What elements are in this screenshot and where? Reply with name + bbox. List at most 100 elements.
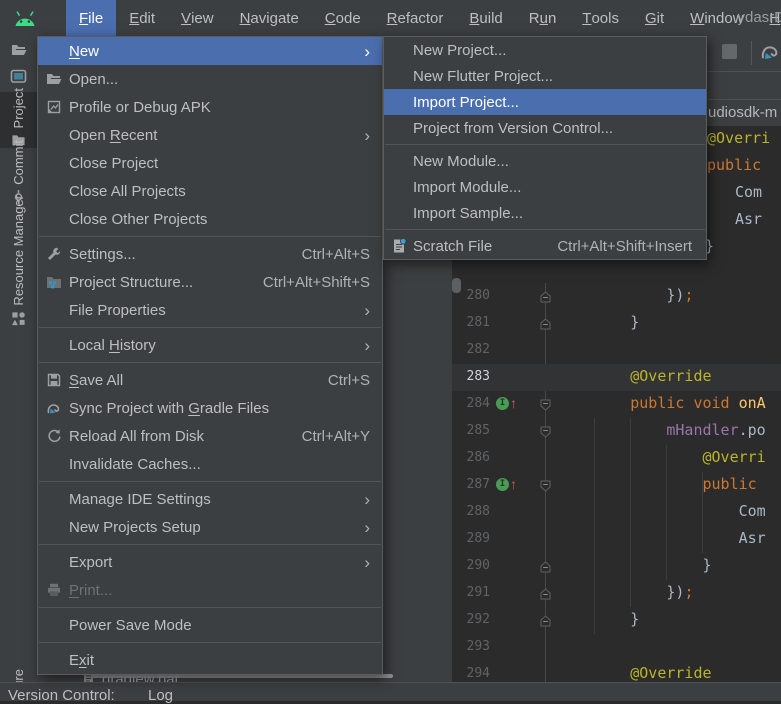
menu-shortcut: Ctrl+Alt+S xyxy=(302,246,370,263)
line-number: 291 xyxy=(452,585,490,600)
menu-item-label: New Flutter Project... xyxy=(413,68,553,85)
profile-apk-icon xyxy=(46,99,69,115)
code-text: @Overri xyxy=(558,448,766,466)
line-number: 294 xyxy=(452,666,490,681)
menubar-item-git[interactable]: Git xyxy=(632,0,677,36)
menu-item-label: Exit xyxy=(69,652,94,669)
menu-item-new-flutter-project[interactable]: New Flutter Project... xyxy=(384,63,706,89)
fold-end-icon[interactable] xyxy=(540,560,551,578)
menu-item-save-all[interactable]: Save AllCtrl+S xyxy=(38,366,382,394)
menu-separator xyxy=(39,362,381,363)
menu-item-export[interactable]: Export › xyxy=(38,548,382,576)
menu-item-sync-project-with-gradle-files[interactable]: Sync Project with Gradle Files xyxy=(38,394,382,422)
editor-line-294: 294 @Override xyxy=(452,661,781,682)
menu-item-import-sample[interactable]: Import Sample... xyxy=(384,200,706,226)
submenu-arrow-icon: › xyxy=(364,519,370,536)
menu-item-new-module[interactable]: New Module... xyxy=(384,148,706,174)
menu-item-project-from-version-control[interactable]: Project from Version Control... xyxy=(384,115,706,141)
menu-separator xyxy=(385,144,705,145)
running-devices-icon[interactable] xyxy=(0,69,37,84)
menu-item-label: Export xyxy=(69,554,112,571)
menu-separator xyxy=(39,327,381,328)
stop-icon[interactable] xyxy=(722,44,737,59)
menu-item-label: Open... xyxy=(69,71,118,88)
implements-method-icon[interactable]: I↑ xyxy=(496,396,517,410)
fold-end-icon[interactable] xyxy=(540,290,551,308)
fold-start-icon[interactable] xyxy=(540,479,551,497)
code-text: } xyxy=(558,556,712,574)
scrollbar-thumb[interactable] xyxy=(452,278,461,293)
line-number: 288 xyxy=(452,504,490,519)
android-studio-logo xyxy=(12,5,38,31)
code-text: public void onA xyxy=(558,394,766,412)
gradle-sync-icon[interactable] xyxy=(760,42,779,66)
menu-item-new-projects-setup[interactable]: New Projects Setup › xyxy=(38,513,382,541)
menu-item-import-project[interactable]: Import Project... xyxy=(384,89,706,115)
save-icon xyxy=(46,372,69,388)
menu-item-reload-all-from-disk[interactable]: Reload All from DiskCtrl+Alt+Y xyxy=(38,422,382,450)
menu-item-label: Import Project... xyxy=(413,94,519,111)
implements-method-icon[interactable]: I↑ xyxy=(496,477,517,491)
menu-item-label: New xyxy=(69,43,99,60)
menu-item-profile-or-debug-apk[interactable]: Profile or Debug APK xyxy=(38,93,382,121)
tool-window-tab-label: Project xyxy=(11,88,26,128)
editor-line-280: 280 }); xyxy=(452,283,781,310)
menu-item-scratch-file[interactable]: Scratch FileCtrl+Alt+Shift+Insert xyxy=(384,233,706,259)
menu-item-power-save-mode[interactable]: Power Save Mode xyxy=(38,611,382,639)
resource-manager-icon xyxy=(11,311,26,331)
menu-item-import-module[interactable]: Import Module... xyxy=(384,174,706,200)
menubar-item-edit[interactable]: Edit xyxy=(116,0,168,36)
menu-separator xyxy=(39,236,381,237)
menubar-item-refactor[interactable]: Refactor xyxy=(374,0,457,36)
menu-item-invalidate-caches[interactable]: Invalidate Caches... xyxy=(38,450,382,478)
fold-end-icon[interactable] xyxy=(540,317,551,335)
menu-item-file-properties[interactable]: File Properties› xyxy=(38,296,382,324)
menubar: FileEditViewNavigateCodeRefactorBuildRun… xyxy=(0,0,781,36)
menubar-item-build[interactable]: Build xyxy=(456,0,515,36)
menu-item-new[interactable]: New › xyxy=(38,37,382,65)
open-folder-icon[interactable] xyxy=(0,42,37,58)
menu-item-manage-ide-settings[interactable]: Manage IDE Settings› xyxy=(38,485,382,513)
menu-item-local-history[interactable]: Local History› xyxy=(38,331,382,359)
submenu-arrow-icon: › xyxy=(364,554,370,571)
menu-item-close-all-projects[interactable]: Close All Projects xyxy=(38,177,382,205)
file-menu-popup: New›Open...Profile or Debug APKOpen Rece… xyxy=(37,36,383,675)
menu-item-open-recent[interactable]: Open Recent› xyxy=(38,121,382,149)
menubar-item-tools[interactable]: Tools xyxy=(569,0,632,36)
menu-item-exit[interactable]: Exit xyxy=(38,646,382,674)
menu-item-label: Open Recent xyxy=(69,127,157,144)
menu-item-print[interactable]: Print... xyxy=(38,576,382,604)
breadcrumb[interactable]: udiosdk-m xyxy=(708,104,777,121)
menu-item-label: Save All xyxy=(69,372,123,389)
menu-separator xyxy=(39,481,381,482)
menubar-item-navigate[interactable]: Navigate xyxy=(227,0,312,36)
fold-end-icon[interactable] xyxy=(540,587,551,605)
log-tab[interactable]: Log xyxy=(148,687,173,704)
menu-item-project-structure[interactable]: Project Structure...Ctrl+Alt+Shift+S xyxy=(38,268,382,296)
menu-separator xyxy=(39,642,381,643)
menu-item-label: New Projects Setup xyxy=(69,519,201,536)
tool-window-tab-resource-manager[interactable]: Resource Manager xyxy=(0,202,37,324)
fold-start-icon[interactable] xyxy=(540,398,551,416)
menu-separator xyxy=(385,229,705,230)
menubar-item-code[interactable]: Code xyxy=(312,0,374,36)
statusbar: Version Control: Log xyxy=(0,682,781,701)
fold-start-icon[interactable] xyxy=(540,425,551,443)
menubar-item-file[interactable]: File xyxy=(66,0,116,36)
tool-window-tab-label: Resource Manager xyxy=(11,195,26,306)
menu-item-close-other-projects[interactable]: Close Other Projects xyxy=(38,205,382,233)
menu-item-close-project[interactable]: Close Project xyxy=(38,149,382,177)
submenu-arrow-icon: › xyxy=(364,43,370,60)
menu-item-open[interactable]: Open... xyxy=(38,65,382,93)
editor-line-286: 286 @Overri xyxy=(452,445,781,472)
editor-line-288: 288 Com xyxy=(452,499,781,526)
menubar-item-view[interactable]: View xyxy=(168,0,227,36)
fold-end-icon[interactable] xyxy=(540,614,551,632)
menu-item-new-project[interactable]: New Project... xyxy=(384,37,706,63)
menubar-item-run[interactable]: Run xyxy=(516,0,570,36)
menu-item-settings[interactable]: Settings...Ctrl+Alt+S xyxy=(38,240,382,268)
submenu-arrow-icon: › xyxy=(364,337,370,354)
editor-line-284: 284I↑ public void onA xyxy=(452,391,781,418)
line-number: 286 xyxy=(452,450,490,465)
line-number: 285 xyxy=(452,423,490,438)
